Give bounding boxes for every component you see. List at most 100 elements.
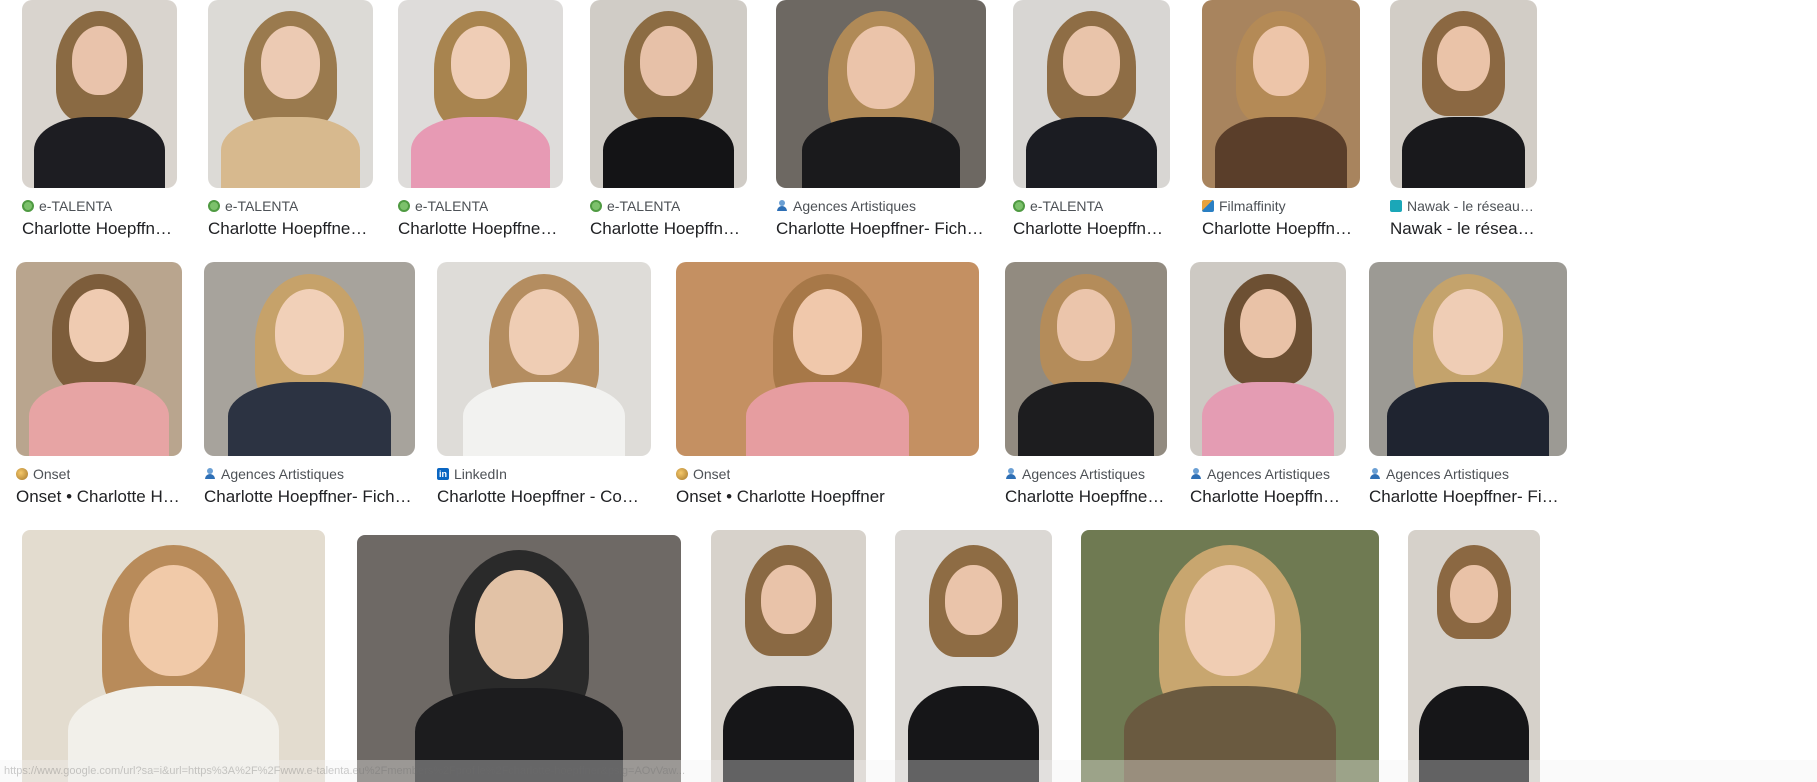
result-source-name: Agences Artistiques: [1386, 466, 1509, 482]
result-thumbnail[interactable]: [437, 262, 651, 456]
portrait-face-shape: [509, 289, 579, 375]
result-title-link[interactable]: Charlotte Hoepffner - e-TALENTA: [1013, 218, 1170, 240]
portrait-clothing-shape: [34, 116, 165, 188]
result-source-name: e-TALENTA: [225, 198, 299, 214]
result-source-name: LinkedIn: [454, 466, 507, 482]
portrait-face-shape: [1185, 565, 1275, 677]
result-source[interactable]: Agences Artistiques: [1190, 465, 1346, 483]
result-title-link[interactable]: Charlotte Hoepffner- Fiche Artiste: [1005, 486, 1167, 508]
portrait-face-shape: [274, 289, 345, 375]
result-thumbnail[interactable]: [895, 530, 1052, 782]
site-favicon-icon: [1190, 468, 1202, 480]
portrait-face-shape: [261, 26, 320, 100]
site-favicon-icon: in: [437, 468, 449, 480]
portrait-clothing-shape: [1017, 382, 1155, 456]
result-thumbnail[interactable]: [22, 0, 177, 188]
site-favicon-icon: [16, 468, 28, 480]
site-favicon-icon: [1202, 200, 1214, 212]
result-source[interactable]: in LinkedIn: [437, 465, 651, 483]
result-source-name: Agences Artistiques: [1022, 466, 1145, 482]
result-title-link[interactable]: Charlotte Hoepffner - e-TALENTA: [208, 218, 373, 240]
result-title-link[interactable]: Charlotte Hoepffner - e-TALENTA: [22, 218, 177, 240]
result-title-link[interactable]: Charlotte Hoepffner - e-TALENTA: [590, 218, 747, 240]
portrait-clothing-shape: [221, 116, 360, 188]
result-thumbnail[interactable]: [1390, 0, 1537, 188]
site-favicon-icon: [1390, 200, 1402, 212]
result-thumbnail[interactable]: [398, 0, 563, 188]
portrait-clothing-shape: [228, 382, 391, 456]
portrait-clothing-shape: [802, 116, 960, 188]
result-source[interactable]: Agences Artistiques: [204, 465, 415, 483]
portrait-face-shape: [945, 565, 1002, 635]
site-favicon-icon: [1005, 468, 1017, 480]
result-title-link[interactable]: Charlotte Hoepffner- Fiche Artiste: [204, 486, 415, 508]
result-thumbnail[interactable]: [357, 535, 681, 782]
result-thumbnail[interactable]: [1081, 530, 1379, 782]
portrait-face-shape: [1240, 289, 1296, 358]
result-thumbnail[interactable]: [16, 262, 182, 456]
site-favicon-icon: [1369, 468, 1381, 480]
result-title-link[interactable]: Nawak - le réseau du spectacle: [1390, 218, 1537, 240]
portrait-face-shape: [69, 289, 129, 363]
result-source[interactable]: Agences Artistiques: [1005, 465, 1167, 483]
result-title-link[interactable]: Charlotte Hoepffner - Filmaffinity: [1202, 218, 1360, 240]
result-source[interactable]: Agences Artistiques: [776, 197, 986, 215]
portrait-face-shape: [1063, 26, 1120, 96]
portrait-clothing-shape: [602, 116, 735, 188]
result-thumbnail[interactable]: [676, 262, 979, 456]
result-title-link[interactable]: Charlotte Hoepffner- Fiche Artiste: [1190, 486, 1346, 508]
result-title-link[interactable]: Charlotte Hoepffner - e-TALENTA: [398, 218, 563, 240]
site-favicon-icon: [204, 468, 216, 480]
result-source[interactable]: Onset: [16, 465, 182, 483]
result-source-name: Filmaffinity: [1219, 198, 1286, 214]
portrait-face-shape: [760, 565, 817, 634]
portrait-face-shape: [640, 26, 697, 96]
result-source[interactable]: e-TALENTA: [398, 197, 563, 215]
portrait-clothing-shape: [1214, 116, 1348, 188]
result-thumbnail[interactable]: [1013, 0, 1170, 188]
portrait-clothing-shape: [29, 382, 169, 456]
result-title-link[interactable]: Charlotte Hoepffner- Fiche Artiste: [776, 218, 986, 240]
site-favicon-icon: [590, 200, 602, 212]
result-source[interactable]: Agences Artistiques: [1369, 465, 1567, 483]
result-source-name: e-TALENTA: [39, 198, 113, 214]
result-source-name: e-TALENTA: [607, 198, 681, 214]
result-source-name: Nawak - le réseau du s...: [1407, 198, 1537, 214]
result-source[interactable]: Filmaffinity: [1202, 197, 1360, 215]
site-favicon-icon: [22, 200, 34, 212]
result-source[interactable]: e-TALENTA: [208, 197, 373, 215]
result-title-link[interactable]: Onset • Charlotte Hoepffner: [16, 486, 182, 508]
result-thumbnail[interactable]: [1005, 262, 1167, 456]
portrait-face-shape: [1057, 289, 1115, 361]
result-thumbnail[interactable]: [590, 0, 747, 188]
result-thumbnail[interactable]: [1202, 0, 1360, 188]
result-thumbnail[interactable]: [1369, 262, 1567, 456]
site-favicon-icon: [398, 200, 410, 212]
result-title-link[interactable]: Charlotte Hoepffner - Comedienne - Linke…: [437, 486, 651, 508]
result-source[interactable]: Onset: [676, 465, 979, 483]
portrait-clothing-shape: [1401, 116, 1526, 188]
result-thumbnail[interactable]: [208, 0, 373, 188]
portrait-clothing-shape: [462, 382, 626, 456]
result-title-link[interactable]: Charlotte Hoepffner- Fiche Artiste: [1369, 486, 1567, 508]
result-source-name: e-TALENTA: [1030, 198, 1104, 214]
result-source-name: Onset: [693, 466, 731, 482]
result-thumbnail[interactable]: [22, 530, 325, 782]
result-source[interactable]: e-TALENTA: [590, 197, 747, 215]
site-favicon-icon: [776, 200, 788, 212]
result-title-link[interactable]: Onset • Charlotte Hoepffner: [676, 486, 979, 508]
portrait-face-shape: [71, 26, 128, 95]
site-favicon-icon: [676, 468, 688, 480]
portrait-face-shape: [1252, 26, 1310, 96]
result-thumbnail[interactable]: [1190, 262, 1346, 456]
result-thumbnail[interactable]: [711, 530, 866, 782]
result-source[interactable]: Nawak - le réseau du s...: [1390, 197, 1537, 215]
result-source[interactable]: e-TALENTA: [22, 197, 177, 215]
result-thumbnail[interactable]: [1408, 530, 1540, 782]
result-source-name: Agences Artistiques: [1207, 466, 1330, 482]
portrait-face-shape: [1433, 289, 1503, 375]
result-source[interactable]: e-TALENTA: [1013, 197, 1170, 215]
result-thumbnail[interactable]: [204, 262, 415, 456]
result-source-name: Agences Artistiques: [793, 198, 916, 214]
result-thumbnail[interactable]: [776, 0, 986, 188]
